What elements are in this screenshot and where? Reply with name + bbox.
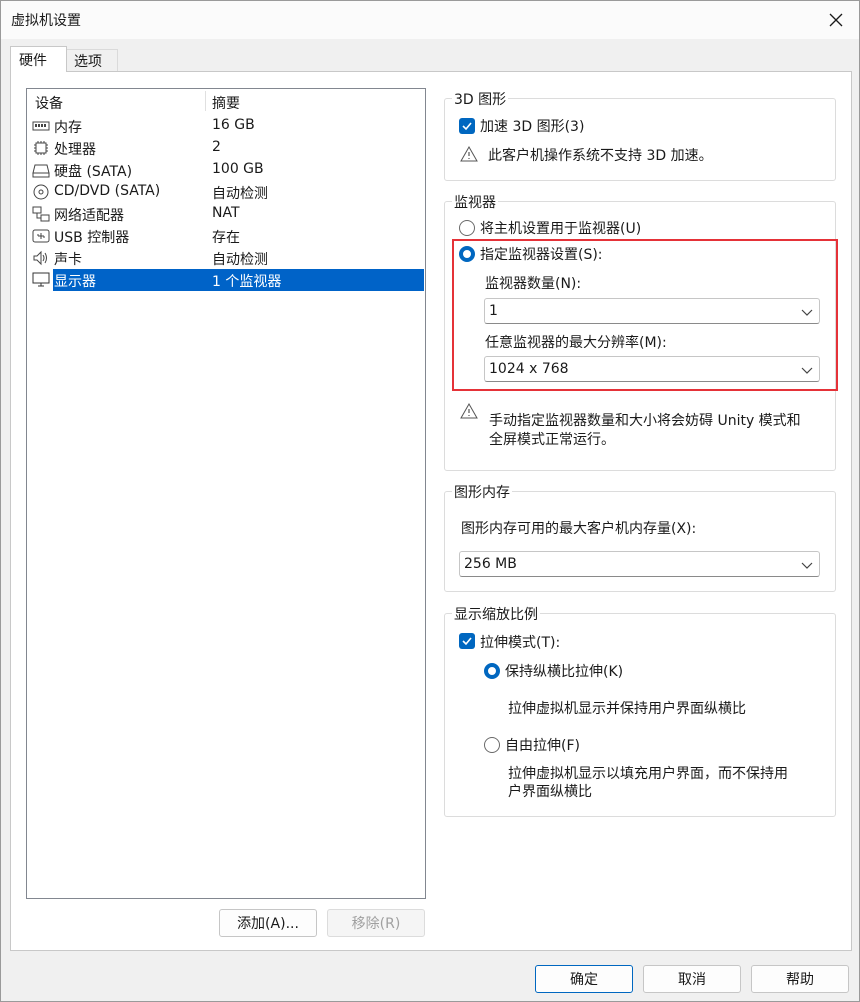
device-row-memory[interactable]: 内存 16 GB bbox=[27, 115, 425, 137]
device-row-cpu[interactable]: 处理器 2 bbox=[27, 137, 425, 159]
help-button[interactable]: 帮助 bbox=[751, 965, 849, 993]
device-row-display[interactable]: 显示器 1 个监视器 bbox=[27, 269, 425, 291]
device-summary: 1 个监视器 bbox=[212, 274, 282, 290]
accelerate-3d-checkbox[interactable] bbox=[459, 118, 475, 134]
tab-hardware[interactable]: 硬件 bbox=[10, 46, 67, 72]
specify-monitor-settings-radio[interactable] bbox=[459, 246, 475, 262]
usb-icon bbox=[32, 229, 50, 243]
3d-warning-text: 此客户机操作系统不支持 3D 加速。 bbox=[488, 148, 713, 164]
device-list[interactable]: 设备 摘要 内存 16 GB 处理器 2 硬盘 (SATA) 100 GB CD… bbox=[26, 88, 426, 899]
device-summary: 自动检测 bbox=[212, 186, 268, 202]
device-name: 显示器 bbox=[54, 274, 96, 290]
device-list-header: 设备 摘要 bbox=[27, 89, 425, 113]
free-stretch-description-line2: 户界面纵横比 bbox=[508, 784, 592, 800]
graphics-memory-select[interactable]: 256 MB bbox=[459, 551, 820, 577]
monitor-count-value: 1 bbox=[489, 303, 498, 319]
free-stretch-radio[interactable] bbox=[484, 737, 500, 753]
monitor-count-label: 监视器数量(N): bbox=[485, 276, 582, 292]
device-name: 声卡 bbox=[54, 252, 82, 268]
memory-icon bbox=[32, 121, 50, 131]
stretch-mode-label[interactable]: 拉伸模式(T): bbox=[480, 632, 560, 652]
use-host-settings-radio[interactable] bbox=[459, 220, 475, 236]
warning-icon bbox=[460, 403, 478, 419]
cpu-icon bbox=[34, 141, 48, 155]
device-row-usb[interactable]: USB 控制器 存在 bbox=[27, 225, 425, 247]
cd-dvd-icon bbox=[33, 184, 49, 200]
monitor-icon bbox=[32, 272, 50, 287]
max-resolution-select[interactable]: 1024 x 768 bbox=[484, 356, 820, 382]
column-header-summary[interactable]: 摘要 bbox=[212, 93, 240, 113]
monitor-warning-line1: 手动指定监视器数量和大小将会妨碍 Unity 模式和 bbox=[489, 413, 801, 429]
chevron-down-icon bbox=[801, 309, 813, 316]
settings-window: 虚拟机设置 硬件 选项 设备 摘要 内存 16 GB 处理器 2 硬盘 (SAT… bbox=[0, 0, 860, 1002]
chevron-down-icon bbox=[801, 367, 813, 374]
tab-options-label: 选项 bbox=[74, 54, 102, 70]
device-name: 内存 bbox=[54, 120, 82, 136]
column-header-device[interactable]: 设备 bbox=[35, 93, 63, 113]
free-stretch-description-line1: 拉伸虚拟机显示以填充用户界面，而不保持用 bbox=[508, 766, 788, 782]
specify-monitor-settings-label[interactable]: 指定监视器设置(S): bbox=[480, 244, 603, 264]
max-resolution-value: 1024 x 768 bbox=[489, 361, 569, 377]
device-summary: 存在 bbox=[212, 230, 240, 246]
device-row-cd-dvd[interactable]: CD/DVD (SATA) 自动检测 bbox=[27, 181, 425, 203]
monitor-warning-line2: 全屏模式正常运行。 bbox=[489, 432, 615, 448]
window-title: 虚拟机设置 bbox=[11, 13, 81, 29]
monitor-count-select[interactable]: 1 bbox=[484, 298, 820, 324]
cancel-button[interactable]: 取消 bbox=[643, 965, 741, 993]
chevron-down-icon bbox=[801, 562, 813, 569]
device-summary: 自动检测 bbox=[212, 252, 268, 268]
close-icon bbox=[829, 13, 843, 27]
group-3d-graphics bbox=[444, 98, 836, 181]
warning-icon bbox=[460, 146, 478, 162]
device-row-hard-disk[interactable]: 硬盘 (SATA) 100 GB bbox=[27, 159, 425, 181]
group-graphics-memory-label: 图形内存 bbox=[452, 482, 512, 502]
tab-options[interactable]: 选项 bbox=[65, 49, 118, 72]
group-3d-graphics-label: 3D 图形 bbox=[452, 89, 509, 109]
title-bar: 虚拟机设置 bbox=[1, 1, 859, 39]
add-device-button[interactable]: 添加(A)... bbox=[219, 909, 317, 937]
stretch-mode-checkbox[interactable] bbox=[459, 633, 475, 649]
device-row-sound[interactable]: 声卡 自动检测 bbox=[27, 247, 425, 269]
graphics-memory-max-label: 图形内存可用的最大客户机内存量(X): bbox=[461, 521, 697, 537]
checkmark-icon bbox=[462, 637, 472, 646]
device-row-network[interactable]: 网络适配器 NAT bbox=[27, 203, 425, 225]
tab-hardware-label: 硬件 bbox=[19, 52, 47, 69]
device-name: CD/DVD (SATA) bbox=[54, 183, 161, 199]
device-summary: 16 GB bbox=[212, 117, 255, 133]
device-summary: 2 bbox=[212, 139, 221, 155]
close-button[interactable] bbox=[821, 5, 851, 35]
max-resolution-label: 任意监视器的最大分辨率(M): bbox=[485, 335, 667, 351]
network-adapter-icon bbox=[32, 206, 50, 222]
graphics-memory-value: 256 MB bbox=[464, 556, 517, 572]
device-name: 硬盘 (SATA) bbox=[54, 164, 133, 180]
remove-device-button[interactable]: 移除(R) bbox=[327, 909, 425, 937]
device-summary: 100 GB bbox=[212, 161, 264, 177]
keep-aspect-label[interactable]: 保持纵横比拉伸(K) bbox=[505, 661, 623, 681]
keep-aspect-radio[interactable] bbox=[484, 663, 500, 679]
free-stretch-label[interactable]: 自由拉伸(F) bbox=[505, 735, 580, 755]
use-host-settings-label[interactable]: 将主机设置用于监视器(U) bbox=[480, 218, 641, 238]
ok-button[interactable]: 确定 bbox=[535, 965, 633, 993]
checkmark-icon bbox=[462, 122, 472, 131]
group-monitors-label: 监视器 bbox=[452, 192, 498, 212]
group-display-scaling-label: 显示缩放比例 bbox=[452, 604, 540, 624]
device-name: USB 控制器 bbox=[54, 230, 130, 246]
keep-aspect-description: 拉伸虚拟机显示并保持用户界面纵横比 bbox=[508, 701, 746, 717]
column-separator[interactable] bbox=[205, 91, 206, 111]
hard-disk-icon bbox=[32, 164, 50, 178]
accelerate-3d-label[interactable]: 加速 3D 图形(3) bbox=[480, 116, 584, 136]
speaker-icon bbox=[33, 250, 47, 266]
device-name: 网络适配器 bbox=[54, 208, 124, 224]
device-summary: NAT bbox=[212, 205, 240, 221]
device-name: 处理器 bbox=[54, 142, 96, 158]
